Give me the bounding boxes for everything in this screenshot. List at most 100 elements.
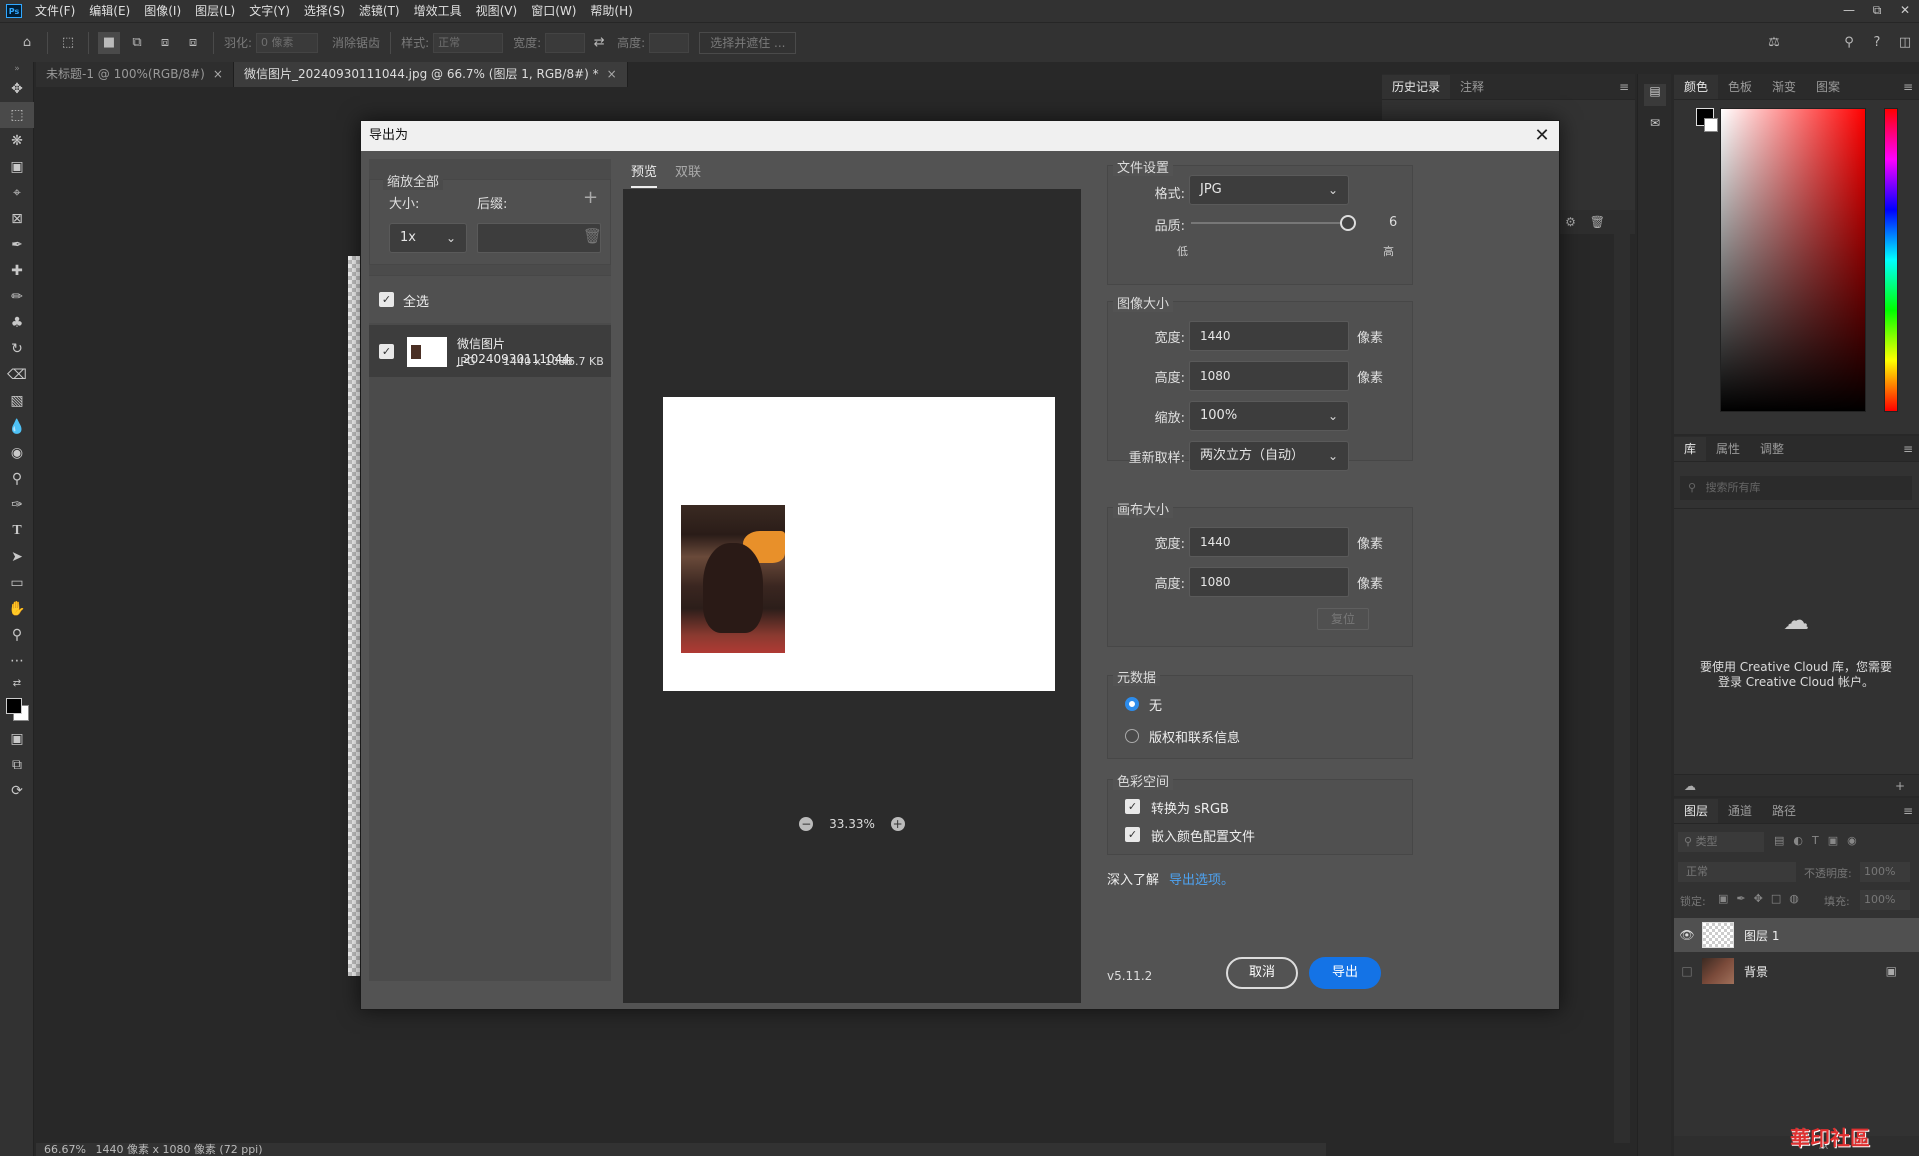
tab-swatches[interactable]: 色板 [1718,75,1762,99]
background-color-swatch[interactable] [1704,118,1718,132]
burn-tool-icon[interactable]: ⚲ [0,466,34,492]
trash-icon[interactable]: 🗑 [1590,215,1605,229]
intersect-selection-icon[interactable]: ⧈ [182,32,204,54]
history-brush-icon[interactable]: ↻ [0,336,34,362]
quick-mask-icon[interactable]: ▣ [0,726,34,752]
select-and-mask-button[interactable]: 选择并遮住 ... [699,31,797,54]
tab-preview[interactable]: 预览 [631,161,658,188]
screen-mode-icon[interactable]: ⧉ [0,752,34,778]
menu-select[interactable]: 选择(S) [297,0,352,22]
metadata-copyright-radio[interactable] [1125,729,1139,743]
lock-icons[interactable]: ▣✒✥□◍ [1718,892,1807,905]
blend-mode-select[interactable]: 正常 [1678,862,1796,882]
brush-tool-icon[interactable]: ✏ [0,284,34,310]
comments-dock-icon[interactable]: ✉ [1644,116,1666,138]
tab-gradients[interactable]: 渐变 [1762,75,1806,99]
color-swatches[interactable] [0,692,34,726]
menu-type[interactable]: 文字(Y) [242,0,297,22]
eyedropper-tool-icon[interactable]: ✒ [0,232,34,258]
camera-icon[interactable]: ⚙ [1565,215,1576,229]
format-select[interactable]: JPG ⌄ [1189,175,1349,205]
color-field[interactable] [1720,108,1866,412]
embed-profile-checkbox[interactable]: ✓ [1125,827,1140,842]
layer-filter-select[interactable]: ⚲ 类型 [1678,832,1764,852]
stamp-tool-icon[interactable]: ♣ [0,310,34,336]
menu-plugins[interactable]: 增效工具 [407,0,469,22]
visibility-toggle[interactable]: □ [1674,964,1700,978]
frame-tool-icon[interactable]: ⊠ [0,206,34,232]
menu-image[interactable]: 图像(I) [137,0,188,22]
layer-filter-icons[interactable]: ▤◐T▣◉ [1774,834,1866,847]
history-dock-icon[interactable]: ▤ [1644,84,1666,106]
swap-icon[interactable]: ⇄ [588,32,610,54]
image-height-input[interactable]: 1080 [1189,361,1349,391]
layer-row[interactable]: 👁 图层 1 [1674,918,1919,952]
move-tool-icon[interactable]: ✥ [0,76,34,102]
search-icon[interactable]: ⚲ [1838,32,1860,54]
reset-button[interactable]: 复位 [1317,608,1369,630]
restore-icon[interactable]: ⧉ [1863,0,1891,22]
menu-filter[interactable]: 滤镜(T) [352,0,407,22]
close-tab-icon[interactable]: × [213,67,223,81]
close-tab-icon[interactable]: × [607,67,617,81]
hue-slider[interactable] [1884,108,1898,412]
opacity-input[interactable]: 100% [1860,862,1910,882]
vertical-scrollbar[interactable] [1614,87,1630,1143]
path-select-icon[interactable]: ➤ [0,544,34,570]
close-icon[interactable]: ✕ [1531,125,1553,147]
object-select-tool-icon[interactable]: ▣ [0,154,34,180]
foreground-color-swatch[interactable] [6,698,22,714]
canvas-height-input[interactable]: 1080 [1189,567,1349,597]
tab-properties[interactable]: 属性 [1706,437,1750,461]
new-selection-icon[interactable]: ■ [98,31,120,54]
width-input[interactable] [545,32,586,53]
trash-icon[interactable]: 🗑 [583,227,602,245]
menu-file[interactable]: 文件(F) [28,0,82,22]
style-select[interactable]: 正常 [433,32,504,53]
flask-icon[interactable]: ⚖ [1763,32,1785,54]
panel-menu-icon[interactable]: ≡ [1897,75,1919,99]
add-scale-icon[interactable]: + [583,187,598,208]
resample-select[interactable]: 两次立方（自动） ⌄ [1189,441,1349,471]
type-tool-icon[interactable]: T [0,518,34,544]
healing-brush-icon[interactable]: ✚ [0,258,34,284]
add-selection-icon[interactable]: ⧉ [126,32,148,54]
export-options-link[interactable]: 导出选项。 [1169,869,1234,888]
dodge-tool-icon[interactable]: ◉ [0,440,34,466]
quality-slider[interactable] [1191,215,1357,231]
panel-menu-icon[interactable]: ≡ [1613,75,1635,99]
eye-icon[interactable]: 👁 [1674,928,1700,942]
crop-tool-icon[interactable]: ⌖ [0,180,34,206]
layer-row[interactable]: □ 背景 ▣ [1674,954,1919,988]
antialias-checkbox[interactable]: 消除锯齿 [332,34,380,51]
asset-row[interactable]: ✓ 微信图片_20240930111044 JPG 1440 x 1080 46… [369,325,611,377]
menu-layer[interactable]: 图层(L) [188,0,242,22]
rectangle-tool-icon[interactable]: ▭ [0,570,34,596]
share-icon[interactable]: ⟳ [0,778,34,804]
minimize-icon[interactable]: — [1835,0,1863,22]
tab-libraries[interactable]: 库 [1674,437,1707,461]
zoom-out-icon[interactable]: − [799,817,814,831]
eraser-tool-icon[interactable]: ⌫ [0,362,34,388]
marquee-tool-icon[interactable]: ⬚ [0,102,34,128]
blur-tool-icon[interactable]: 💧 [0,414,34,440]
fill-input[interactable]: 100% [1860,890,1910,910]
tab-adjustments[interactable]: 调整 [1750,437,1794,461]
home-icon[interactable]: ⌂ [16,32,38,54]
layer-name[interactable]: 背景 [1744,963,1768,980]
collapse-icon[interactable]: » [0,62,34,76]
tab-notes[interactable]: 注释 [1450,75,1494,99]
cancel-button[interactable]: 取消 [1226,957,1298,989]
zoom-readout[interactable]: 66.67% [44,1143,86,1156]
close-window-icon[interactable]: ✕ [1891,0,1919,22]
doc-tab-untitled[interactable]: 未标题-1 @ 100%(RGB/8#) × [36,62,234,87]
tab-history[interactable]: 历史记录 [1382,75,1451,99]
menu-window[interactable]: 窗口(W) [524,0,583,22]
tab-layers[interactable]: 图层 [1674,799,1719,823]
select-all-row[interactable]: ✓ 全选 [369,275,611,323]
layer-name[interactable]: 图层 1 [1744,927,1779,944]
tab-color[interactable]: 颜色 [1674,75,1719,99]
help-icon[interactable]: ? [1866,32,1888,54]
zoom-tool-icon[interactable]: ⚲ [0,622,34,648]
feather-input[interactable]: 0 像素 [256,32,319,53]
